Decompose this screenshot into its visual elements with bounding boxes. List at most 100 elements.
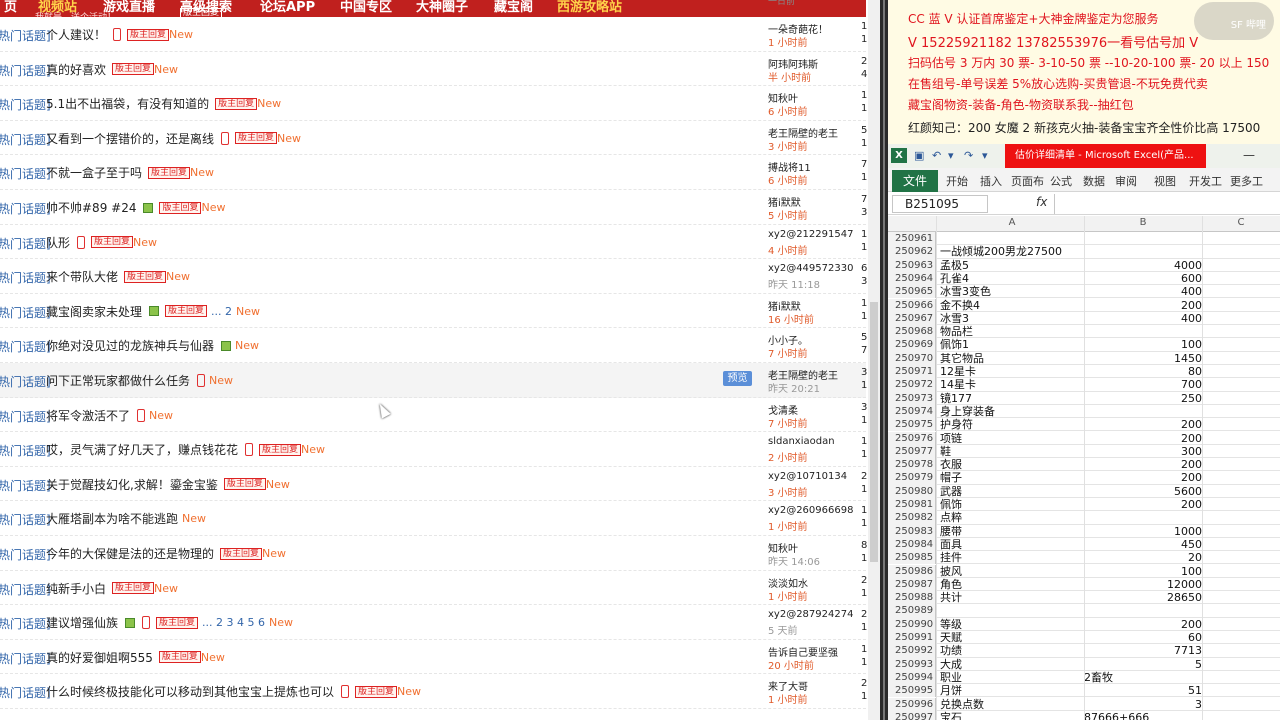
- thread-title-link[interactable]: 真的好爱御姐啊555: [46, 649, 153, 666]
- thread-category-tag[interactable]: 热门话题]: [0, 477, 51, 494]
- thread-title-link[interactable]: 大雁塔副本为啥不能逃跑: [46, 510, 178, 527]
- thread-category-tag[interactable]: 热门话题]: [0, 304, 51, 321]
- thread-row[interactable]: 热门话题] 大雁塔副本为啥不能逃跑 New xy2@260966698 1 小时前 1 1: [0, 501, 867, 536]
- thread-row[interactable]: 热门话题] 哎，灵气满了好几天了，赚点钱花花 版主回复 New sldanxiaodan…: [0, 432, 867, 467]
- ribbon-tab[interactable]: 审阅: [1115, 173, 1137, 189]
- thread-title-link[interactable]: 藏宝阁卖家未处理: [46, 303, 142, 320]
- preview-button[interactable]: 预览: [723, 371, 752, 386]
- cell-b[interactable]: 300: [1084, 445, 1202, 458]
- ribbon-tab[interactable]: 视图: [1154, 173, 1176, 189]
- row-number[interactable]: 250966: [888, 298, 936, 312]
- row-number[interactable]: 250994: [888, 670, 936, 685]
- thread-row[interactable]: 热门话题] 今年的大保健是法的还是物理的 版主回复 New 知秋叶 昨天 14:06 8 1: [0, 536, 867, 571]
- minimize-icon[interactable]: —: [1243, 148, 1255, 162]
- thread-title-link[interactable]: 个人建议！: [46, 26, 106, 43]
- thread-row[interactable]: 热门话题] 纯新手小白 版主回复 New 淡淡如水 1 小时前 2 1: [0, 571, 867, 606]
- row-number[interactable]: 250984: [888, 537, 936, 552]
- formula-input[interactable]: [1054, 194, 1280, 214]
- cell-a[interactable]: 天赋: [940, 631, 1084, 644]
- thread-category-tag[interactable]: 热门话题]: [0, 684, 51, 701]
- row-number[interactable]: 250979: [888, 471, 936, 485]
- thread-title-link[interactable]: 5.1出不出福袋，有没有知道的: [46, 95, 209, 112]
- cell-a[interactable]: 宝石: [940, 711, 1084, 720]
- cell-a[interactable]: 其它物品: [940, 352, 1084, 365]
- nav-link[interactable]: 页: [4, 0, 17, 15]
- cell-a[interactable]: 护身符: [940, 418, 1084, 431]
- thread-row[interactable]: 热门话题] 个人建议！ 版主回复 New 一朵奇葩花！ 1 小时前 1 1: [0, 17, 867, 52]
- thread-category-tag[interactable]: 热门话题]: [0, 650, 51, 667]
- forum-scroll-thumb[interactable]: [870, 302, 878, 562]
- thread-row[interactable]: 热门话题] 关于觉醒技幻化,求解！鎏金宝鉴 版主回复 New xy2@10710134 3…: [0, 467, 867, 502]
- thread-title-link[interactable]: 不就一盒子至于吗: [46, 164, 142, 181]
- thread-title-link[interactable]: 真的好喜欢: [46, 61, 106, 78]
- row-number[interactable]: 250985: [888, 551, 936, 565]
- cell-b[interactable]: 200: [1084, 498, 1202, 511]
- row-number[interactable]: 250964: [888, 271, 936, 286]
- cell-a[interactable]: 职业: [940, 671, 1084, 684]
- cell-b[interactable]: 200: [1084, 299, 1202, 312]
- cell-a[interactable]: 月饼: [940, 684, 1084, 697]
- thread-row[interactable]: 热门话题] 又看到一个摆错价的，还是离线 版主回复 New 老王隔壁的老王 3 小时前 5 1: [0, 121, 867, 156]
- column-header[interactable]: C: [1202, 217, 1280, 228]
- cell-a[interactable]: 大成: [940, 658, 1084, 671]
- thread-row[interactable]: 热门话题] 你绝对没见过的龙族神兵与仙器 New 小小子。 7 小时前 5 7: [0, 328, 867, 363]
- thread-row[interactable]: 热门话题] 5.1出不出福袋，有没有知道的 版主回复 New 知秋叶 6 小时前 1 1: [0, 86, 867, 121]
- thread-author-link[interactable]: xy2@212291547: [768, 229, 853, 240]
- cell-b[interactable]: 700: [1084, 378, 1202, 391]
- cell-a[interactable]: 披风: [940, 565, 1084, 578]
- cell-a[interactable]: 共计: [940, 591, 1084, 604]
- thread-title-link[interactable]: 建议增强仙族: [46, 614, 118, 631]
- cell-a[interactable]: 冰雪3变色: [940, 285, 1084, 298]
- cell-a[interactable]: 等级: [940, 618, 1084, 631]
- row-number[interactable]: 250963: [888, 258, 936, 272]
- cell-a[interactable]: 一战倾城200男龙27500: [940, 245, 1084, 258]
- dropdown-icon[interactable]: ▾: [948, 149, 960, 162]
- cell-a[interactable]: 金不换4: [940, 299, 1084, 312]
- thread-category-tag[interactable]: 热门话题]: [0, 373, 51, 390]
- thread-title-link[interactable]: 帅不帅#89 #24: [46, 199, 136, 216]
- row-number[interactable]: 250970: [888, 351, 936, 365]
- thread-title-link[interactable]: 什么时候终极技能化可以移动到其他宝宝上提炼也可以: [46, 683, 334, 700]
- row-number[interactable]: 250972: [888, 378, 936, 392]
- cell-b[interactable]: 4000: [1084, 259, 1202, 272]
- thread-title-link[interactable]: 将军令激活不了: [46, 407, 130, 424]
- cell-b[interactable]: 20: [1084, 551, 1202, 564]
- row-number[interactable]: 250981: [888, 498, 936, 512]
- row-number[interactable]: 250961: [888, 232, 936, 246]
- cell-a[interactable]: 兑换点数: [940, 698, 1084, 711]
- row-number[interactable]: 250968: [888, 325, 936, 339]
- row-number[interactable]: 250969: [888, 338, 936, 352]
- thread-page-links[interactable]: ... 2 3 4 5 6: [202, 616, 265, 629]
- thread-title-link[interactable]: 队形: [46, 234, 70, 251]
- cell-b[interactable]: 80: [1084, 365, 1202, 378]
- thread-title-link[interactable]: 又看到一个摆错价的，还是离线: [46, 130, 214, 147]
- row-number[interactable]: 250976: [888, 431, 936, 445]
- row-number[interactable]: 250977: [888, 444, 936, 459]
- ribbon-tab[interactable]: 页面布: [1011, 173, 1044, 189]
- row-number[interactable]: 250978: [888, 458, 936, 472]
- thread-row[interactable]: 热门话题] 问下正常玩家都做什么任务 New 预览 老王隔壁的老王 昨天 20:21 3 1: [0, 363, 867, 398]
- thread-category-tag[interactable]: 热门话题]: [0, 546, 51, 563]
- cell-a[interactable]: 孔雀4: [940, 272, 1084, 285]
- cell-b[interactable]: 2畜牧: [1084, 671, 1202, 684]
- tab-file[interactable]: 文件: [892, 170, 938, 192]
- thread-title-link[interactable]: 关于觉醒技幻化,求解！鎏金宝鉴: [46, 476, 218, 493]
- cell-a[interactable]: 孟极5: [940, 259, 1084, 272]
- row-number[interactable]: 250982: [888, 511, 936, 525]
- ribbon-tab[interactable]: 更多工: [1230, 173, 1263, 189]
- row-number[interactable]: 250986: [888, 564, 936, 578]
- row-number[interactable]: 250975: [888, 418, 936, 432]
- cell-b[interactable]: 400: [1084, 285, 1202, 298]
- row-number[interactable]: 250988: [888, 591, 936, 605]
- thread-title-link[interactable]: 哎，灵气满了好几天了，赚点钱花花: [46, 441, 238, 458]
- cell-b[interactable]: 5: [1084, 658, 1202, 671]
- ribbon-tab[interactable]: 开发工: [1189, 173, 1222, 189]
- cell-a[interactable]: 12星卡: [940, 365, 1084, 378]
- cell-a[interactable]: 点粹: [940, 511, 1084, 524]
- nav-link[interactable]: 藏宝阁: [494, 0, 533, 15]
- thread-title-link[interactable]: 纯新手小白: [46, 580, 106, 597]
- row-number[interactable]: 250987: [888, 577, 936, 592]
- customize-toolbar-icon[interactable]: ▾: [982, 149, 994, 162]
- row-number[interactable]: 250990: [888, 617, 936, 631]
- row-number[interactable]: 250992: [888, 644, 936, 658]
